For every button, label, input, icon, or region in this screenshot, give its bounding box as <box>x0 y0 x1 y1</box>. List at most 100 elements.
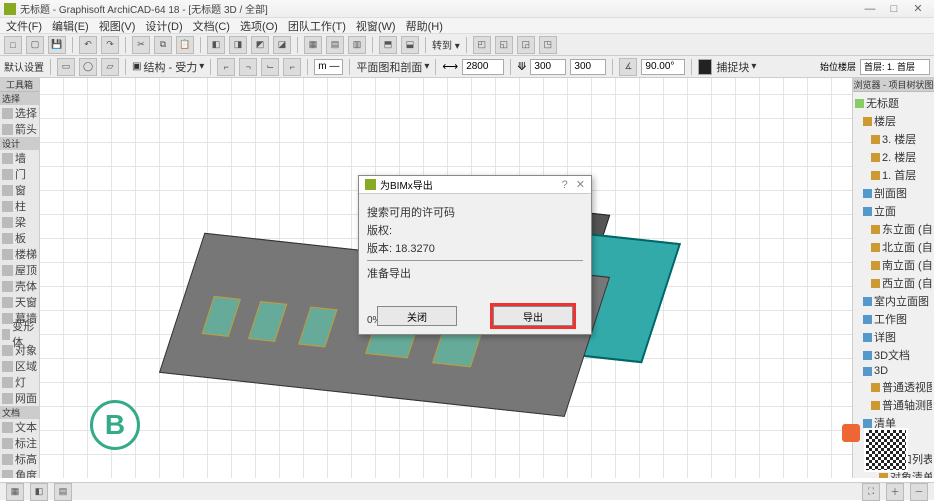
status-1[interactable]: ▦ <box>6 483 24 501</box>
tool-k[interactable]: ◱ <box>495 36 513 54</box>
view-drop[interactable]: 平面图和剖面 ▾ <box>356 59 429 75</box>
tool-f[interactable]: ▤ <box>326 36 344 54</box>
snap-drop[interactable]: 捕捉块 ▾ <box>716 59 756 75</box>
close-button[interactable]: 关闭 <box>377 306 457 326</box>
tool-b[interactable]: ◨ <box>229 36 247 54</box>
dialog-close-icon[interactable]: ✕ <box>576 178 585 191</box>
tool-选择[interactable]: 选择 <box>0 105 39 121</box>
tree-node[interactable]: 剖面图 <box>855 184 932 202</box>
zoom-in[interactable]: ＋ <box>886 483 904 501</box>
tool-天窗[interactable]: 天窗 <box>0 294 39 310</box>
color-swatch[interactable] <box>698 59 712 75</box>
field3[interactable]: 300 <box>570 59 606 75</box>
tool-对象[interactable]: 对象 <box>0 342 39 358</box>
minimize-button[interactable]: — <box>858 3 882 15</box>
project-tree[interactable]: 无标题楼层3. 楼层2. 楼层1. 首层剖面图立面东立面 (自动北立面 (自动南… <box>853 92 934 478</box>
tool-楼梯[interactable]: 楼梯 <box>0 246 39 262</box>
tool-new[interactable]: □ <box>4 36 22 54</box>
edge-1[interactable]: ⌐ <box>217 58 235 76</box>
tree-node[interactable]: 无标题 <box>855 94 932 112</box>
floor-field[interactable]: 首层: 1. 首层 <box>860 59 930 75</box>
tool-变形体[interactable]: 变形体 <box>0 326 39 342</box>
tree-node[interactable]: 室内立面图 <box>855 292 932 310</box>
tree-node[interactable]: 2. 楼层 <box>855 148 932 166</box>
tool-箭头[interactable]: 箭头 <box>0 121 39 137</box>
tool-角度[interactable]: 角度 <box>0 467 39 478</box>
status-2[interactable]: ◧ <box>30 483 48 501</box>
tool-h[interactable]: ⬒ <box>379 36 397 54</box>
tool-i[interactable]: ⬓ <box>401 36 419 54</box>
tree-node[interactable]: 南立面 (自动 <box>855 256 932 274</box>
menu-view[interactable]: 视图(V) <box>99 18 136 34</box>
tool-柱[interactable]: 柱 <box>0 198 39 214</box>
tree-node[interactable]: 3D <box>855 364 932 378</box>
tree-node[interactable]: 3. 楼层 <box>855 130 932 148</box>
menu-file[interactable]: 文件(F) <box>6 18 42 34</box>
tree-node[interactable]: 东立面 (自动 <box>855 220 932 238</box>
struct-drop[interactable]: ▣ 结构 - 受力 ▾ <box>132 59 204 75</box>
tool-m[interactable]: ◳ <box>539 36 557 54</box>
maximize-button[interactable]: □ <box>882 3 906 15</box>
tool-j[interactable]: ◰ <box>473 36 491 54</box>
angle-field[interactable]: 90.00° <box>641 59 685 75</box>
menu-window[interactable]: 视窗(W) <box>356 18 396 34</box>
tree-node[interactable]: 普通轴测图 <box>855 396 932 414</box>
tool-cut[interactable]: ✂ <box>132 36 150 54</box>
tool-板[interactable]: 板 <box>0 230 39 246</box>
ang-icon[interactable]: ∡ <box>619 58 637 76</box>
zoom-fit[interactable]: ⛶ <box>862 483 880 501</box>
tool-文本[interactable]: 文本 <box>0 419 39 435</box>
status-3[interactable]: ▤ <box>54 483 72 501</box>
tool-灯[interactable]: 灯 <box>0 374 39 390</box>
geom-3[interactable]: ▱ <box>101 58 119 76</box>
tool-copy[interactable]: ⧉ <box>154 36 172 54</box>
edge-3[interactable]: ⌙ <box>261 58 279 76</box>
zoom-out[interactable]: － <box>910 483 928 501</box>
tool-g[interactable]: ▥ <box>348 36 366 54</box>
tree-node[interactable]: 详图 <box>855 328 932 346</box>
tool-墙[interactable]: 墙 <box>0 150 39 166</box>
menu-help[interactable]: 帮助(H) <box>406 18 443 34</box>
share-icon[interactable] <box>842 424 860 442</box>
tree-node[interactable]: 工作图 <box>855 310 932 328</box>
tool-paste[interactable]: 📋 <box>176 36 194 54</box>
tool-c[interactable]: ◩ <box>251 36 269 54</box>
tool-壳体[interactable]: 壳体 <box>0 278 39 294</box>
tool-区域[interactable]: 区域 <box>0 358 39 374</box>
tool-网面[interactable]: 网面 <box>0 390 39 406</box>
tool-d[interactable]: ◪ <box>273 36 291 54</box>
tree-node[interactable]: 西立面 (自动 <box>855 274 932 292</box>
menu-teamwork[interactable]: 团队工作(T) <box>288 18 346 34</box>
tool-标高[interactable]: 标高 <box>0 451 39 467</box>
tool-e[interactable]: ▦ <box>304 36 322 54</box>
tree-node[interactable]: 北立面 (自动 <box>855 238 932 256</box>
tree-node[interactable]: 楼层 <box>855 112 932 130</box>
dialog-help-icon[interactable]: ? <box>562 179 568 191</box>
tool-save[interactable]: 💾 <box>48 36 66 54</box>
export-button[interactable]: 导出 <box>493 306 573 326</box>
menu-edit[interactable]: 编辑(E) <box>52 18 89 34</box>
tool-l[interactable]: ◲ <box>517 36 535 54</box>
field2[interactable]: 300 <box>530 59 566 75</box>
tool-undo[interactable]: ↶ <box>79 36 97 54</box>
menu-options[interactable]: 选项(O) <box>240 18 278 34</box>
menu-design[interactable]: 设计(D) <box>145 18 182 34</box>
geom-2[interactable]: ◯ <box>79 58 97 76</box>
geom-1[interactable]: ▭ <box>57 58 75 76</box>
tool-drop1[interactable]: 转到 ▾ <box>432 37 460 52</box>
tool-标注[interactable]: 标注 <box>0 435 39 451</box>
tree-node[interactable]: 1. 首层 <box>855 166 932 184</box>
tool-redo[interactable]: ↷ <box>101 36 119 54</box>
tool-屋顶[interactable]: 屋顶 <box>0 262 39 278</box>
tool-open[interactable]: ▢ <box>26 36 44 54</box>
edge-2[interactable]: ¬ <box>239 58 257 76</box>
tool-窗[interactable]: 窗 <box>0 182 39 198</box>
close-button[interactable]: ✕ <box>906 2 930 15</box>
tool-梁[interactable]: 梁 <box>0 214 39 230</box>
edge-4[interactable]: ⌐ <box>283 58 301 76</box>
tree-node[interactable]: 普通透视图 <box>855 378 932 396</box>
tool-a[interactable]: ◧ <box>207 36 225 54</box>
menu-doc[interactable]: 文档(C) <box>193 18 230 34</box>
tool-门[interactable]: 门 <box>0 166 39 182</box>
field1[interactable]: 2800 <box>462 59 504 75</box>
